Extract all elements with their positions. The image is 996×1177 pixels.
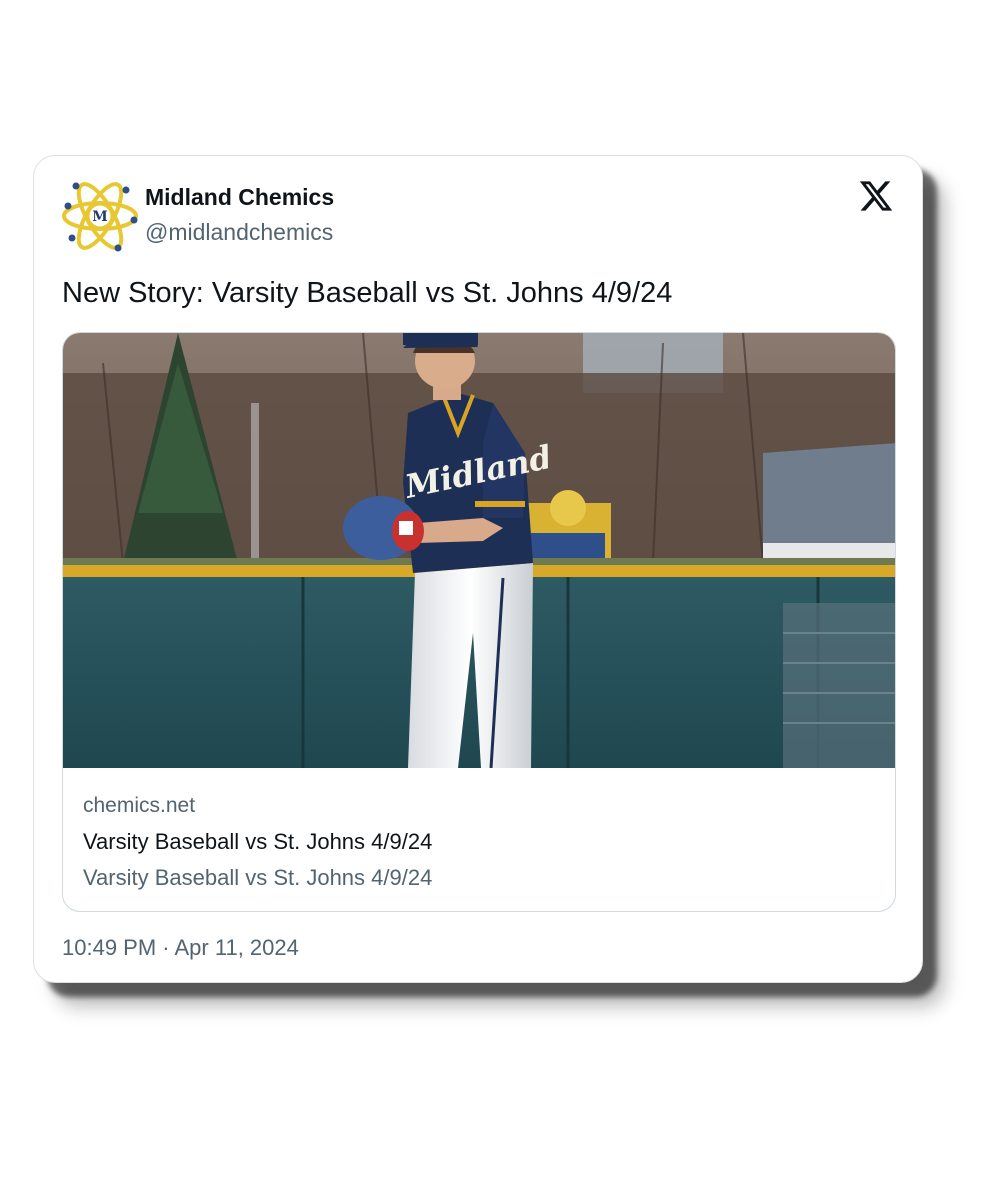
avatar-letter: M [92,209,108,225]
avatar[interactable]: M [60,176,140,256]
link-title[interactable]: Varsity Baseball vs St. Johns 4/9/24 [83,828,432,856]
author-handle[interactable]: @midlandchemics [145,218,333,246]
tweet-card[interactable]: M Midland Chemics @midlandchemics New St… [33,155,923,983]
author-name[interactable]: Midland Chemics [145,183,334,211]
link-description: Varsity Baseball vs St. Johns 4/9/24 [83,865,433,890]
tweet-text: New Story: Varsity Baseball vs St. Johns… [62,277,673,309]
page: M Midland Chemics @midlandchemics New St… [0,0,996,1177]
link-preview-photo[interactable]: Midland [63,333,896,768]
x-logo-icon[interactable] [858,178,894,214]
timestamp[interactable]: 10:49 PM · Apr 11, 2024 [62,934,299,962]
link-preview-card[interactable]: Midland chemics.net Varsity Baseball vs … [62,332,896,912]
link-domain: chemics.net [83,794,196,817]
